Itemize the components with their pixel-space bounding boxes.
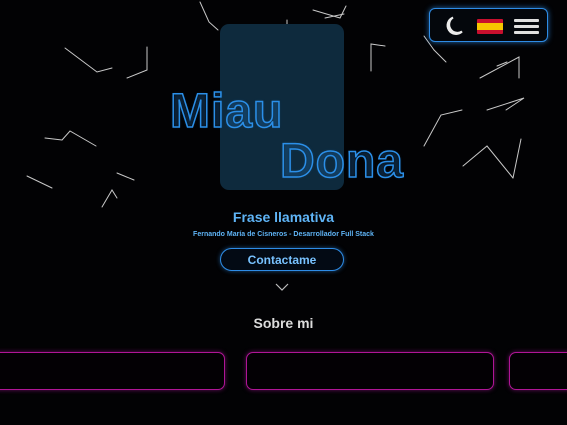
section-title-about: Sobre mi bbox=[253, 315, 314, 331]
contact-button[interactable]: Contactame bbox=[220, 248, 344, 271]
moon-icon[interactable] bbox=[439, 16, 465, 36]
hero-subtitle: Fernando María de Cisneros - Desarrollad… bbox=[193, 231, 374, 238]
hero-name-line2: Dona bbox=[279, 135, 404, 188]
spain-flag-icon[interactable] bbox=[477, 19, 503, 34]
about-card[interactable] bbox=[0, 352, 225, 390]
hero-name-line1: Miau bbox=[169, 85, 284, 138]
hero-tagline: Frase llamativa bbox=[232, 209, 335, 225]
hamburger-menu-icon[interactable] bbox=[514, 16, 539, 36]
about-card[interactable] bbox=[246, 352, 494, 390]
header-controls bbox=[429, 8, 548, 42]
about-card[interactable] bbox=[509, 352, 567, 390]
chevron-down-icon[interactable] bbox=[274, 282, 290, 292]
contact-button-label: Contactame bbox=[247, 252, 317, 267]
